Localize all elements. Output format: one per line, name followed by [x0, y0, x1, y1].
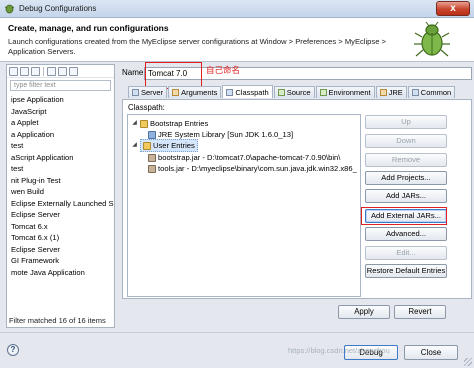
tab-label: Server: [141, 88, 164, 97]
collapse-icon[interactable]: ◢: [131, 140, 138, 151]
config-item-tomcat-6-1[interactable]: Tomcat 6.x (1): [7, 232, 114, 244]
collapse-icon[interactable]: ◢: [131, 118, 138, 129]
classpath-tree[interactable]: ◢ Bootstrap Entries JRE System Library […: [127, 114, 361, 297]
config-type-item[interactable]: a Applet: [7, 117, 114, 129]
add-jars-button[interactable]: Add JARs...: [365, 189, 447, 203]
title-bar: Debug Configurations x: [0, 0, 474, 18]
source-icon: [277, 89, 285, 96]
tab-label: JRE: [388, 88, 403, 97]
config-item-tomcat-6[interactable]: Tomcat 6.x: [7, 221, 114, 233]
tab-label: Classpath: [235, 87, 269, 97]
view-menu-icon[interactable]: [69, 66, 78, 76]
tab-label: Common: [420, 88, 452, 97]
dialog-header: Create, manage, and run configurations L…: [0, 18, 474, 62]
filter-status: Filter matched 16 of 16 items: [9, 316, 106, 325]
bootstrap-jar-node[interactable]: bootstrap.jar - D:\tomcat7.0\apache-tomc…: [148, 152, 340, 163]
config-type-item[interactable]: test: [7, 163, 114, 175]
library-icon: [148, 130, 156, 139]
filter-configurations-icon[interactable]: [47, 66, 56, 76]
configuration-tree: ipse Application JavaScript a Applet a A…: [7, 93, 114, 278]
toolbar-separator: [43, 66, 44, 76]
arguments-icon: [172, 89, 180, 96]
add-external-jars-annotation-box: [361, 207, 447, 225]
remove-button[interactable]: Remove: [365, 153, 447, 167]
help-icon[interactable]: ?: [7, 344, 19, 356]
config-type-item[interactable]: ipse Application: [7, 94, 114, 106]
collapse-all-icon[interactable]: [58, 66, 67, 76]
config-type-item[interactable]: JavaScript: [7, 106, 114, 118]
dialog-footer: ? Debug Close: [0, 332, 474, 368]
jre-icon: [379, 89, 387, 96]
new-configuration-icon[interactable]: [9, 66, 18, 76]
folder-icon: [143, 141, 151, 150]
node-label: bootstrap.jar - D:\tomcat7.0\apache-tomc…: [158, 153, 341, 162]
node-label: Bootstrap Entries: [150, 119, 209, 128]
configuration-list-pane: type filter text ipse Application JavaSc…: [6, 64, 115, 328]
tab-server[interactable]: Server: [128, 86, 168, 98]
classpath-label: Classpath:: [128, 103, 165, 112]
tools-jar-node[interactable]: tools.jar - D:\myeclipse\binary\com.sun.…: [148, 163, 357, 174]
configuration-toolbar: [7, 65, 114, 78]
name-annotation-text: 自己命名: [206, 65, 241, 75]
config-type-item[interactable]: Eclipse Server: [7, 209, 114, 221]
config-type-item[interactable]: aScript Application: [7, 152, 114, 164]
tab-arguments[interactable]: Arguments: [168, 86, 222, 98]
classpath-icon: [226, 88, 234, 96]
close-button[interactable]: Close: [404, 345, 458, 360]
user-entries-selection: User Entries: [140, 139, 198, 152]
tab-source[interactable]: Source: [273, 86, 315, 98]
config-type-item[interactable]: nit Plug-in Test: [7, 175, 114, 187]
config-type-item[interactable]: Eclipse Server: [7, 244, 114, 256]
configuration-tabs: Server Arguments Classpath Source Enviro…: [128, 85, 456, 99]
restore-default-entries-button[interactable]: Restore Default Entries: [365, 264, 447, 278]
window-title: Debug Configurations: [19, 4, 97, 13]
user-entries-node[interactable]: ◢ User Entries: [131, 139, 198, 152]
node-label: tools.jar - D:\myeclipse\binary\com.sun.…: [158, 164, 357, 173]
revert-button[interactable]: Revert: [394, 305, 446, 319]
folder-icon: [140, 119, 148, 128]
jar-icon: [148, 164, 156, 173]
environment-icon: [319, 89, 327, 96]
down-button[interactable]: Down: [365, 134, 447, 148]
debug-bug-icon: [414, 21, 450, 57]
add-projects-button[interactable]: Add Projects...: [365, 171, 447, 185]
edit-button[interactable]: Edit...: [365, 246, 447, 260]
tab-label: Source: [286, 88, 311, 97]
common-icon: [411, 89, 419, 96]
bootstrap-entries-node[interactable]: ◢ Bootstrap Entries: [131, 118, 208, 129]
window-close-button[interactable]: x: [436, 1, 470, 16]
config-type-item[interactable]: GI Framework: [7, 255, 114, 267]
server-icon: [132, 89, 139, 96]
tab-environment[interactable]: Environment: [315, 86, 375, 98]
config-type-item[interactable]: a Application: [7, 129, 114, 141]
duplicate-configuration-icon[interactable]: [20, 66, 29, 76]
jar-icon: [148, 153, 156, 162]
tab-classpath[interactable]: Classpath: [222, 85, 273, 98]
tab-common[interactable]: Common: [407, 86, 456, 98]
config-type-item[interactable]: test: [7, 140, 114, 152]
config-type-item[interactable]: mote Java Application: [7, 267, 114, 279]
watermark: https://blog.csdn.net/zhouzhou: [288, 346, 390, 355]
classpath-panel: Classpath: ◢ Bootstrap Entries JRE Syste…: [122, 99, 472, 299]
tab-label: Arguments: [181, 88, 218, 97]
dialog-header-title: Create, manage, and run configurations: [8, 23, 169, 33]
advanced-button[interactable]: Advanced...: [365, 227, 447, 241]
name-annotation-box: [145, 62, 202, 89]
dialog-header-description: Launch configurations created from the M…: [8, 37, 386, 56]
node-label: User Entries: [153, 141, 195, 150]
tab-jre[interactable]: JRE: [375, 86, 407, 98]
tab-label: Environment: [328, 88, 371, 97]
filter-input[interactable]: type filter text: [10, 80, 111, 91]
debug-app-icon: [4, 3, 15, 14]
name-label: Name:: [122, 68, 146, 77]
config-type-item[interactable]: Eclipse Externally Launched S: [7, 198, 114, 210]
apply-button[interactable]: Apply: [338, 305, 390, 319]
up-button[interactable]: Up: [365, 115, 447, 129]
delete-configuration-icon[interactable]: [31, 66, 40, 76]
config-type-item[interactable]: wen Build: [7, 186, 114, 198]
resize-grip[interactable]: [464, 358, 472, 366]
